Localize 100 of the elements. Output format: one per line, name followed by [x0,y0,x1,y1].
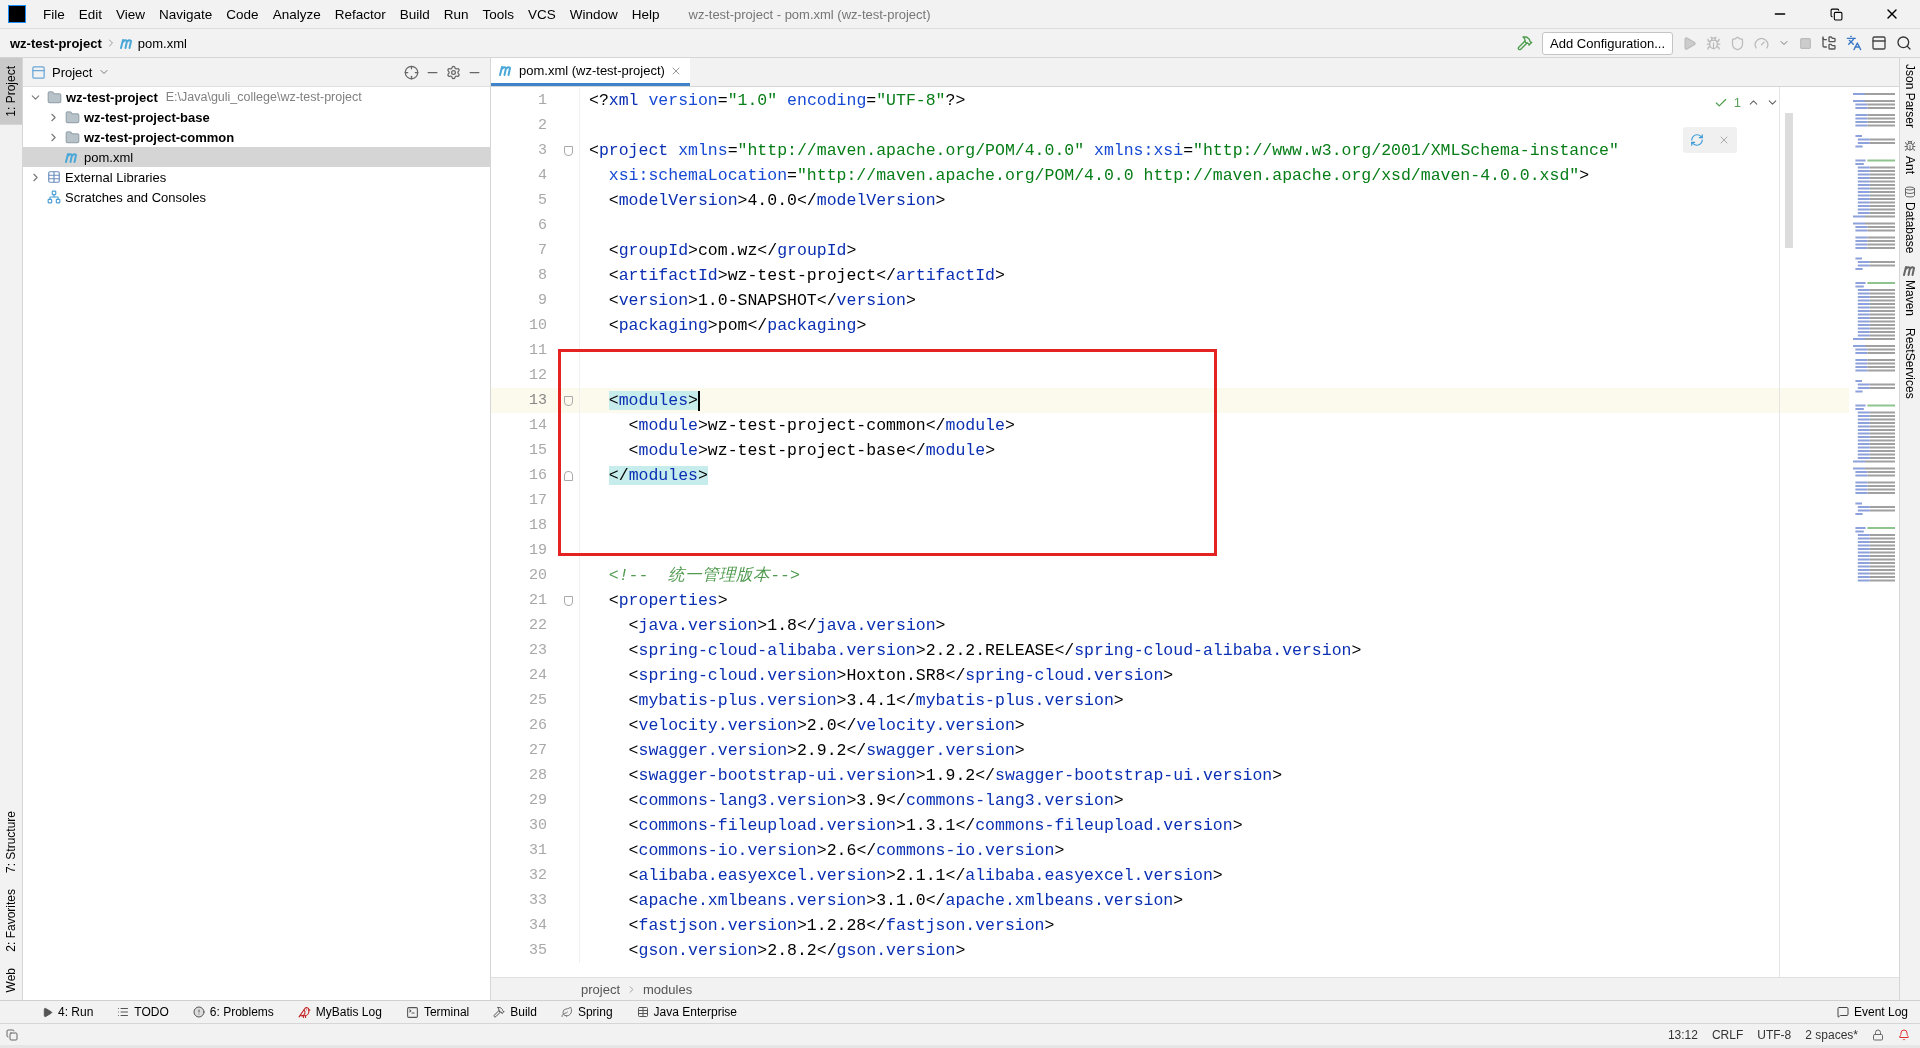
tree-item[interactable]: wz-test-project E:\Java\guli_college\wz-test-project [23,87,490,107]
database-icon [1904,186,1916,199]
tool-tab[interactable]: MyBatis Log [285,1005,394,1019]
translate-icon[interactable] [1846,35,1862,51]
menu-item[interactable]: Refactor [327,6,393,22]
hammer-icon[interactable] [1517,35,1534,51]
tool-tab[interactable]: Terminal [393,1005,482,1019]
code-line: <!-- 统一管理版本--> [607,565,800,587]
tool-window-tab[interactable]: 1: Project [0,58,22,125]
tree-item[interactable]: wz-test-project-base [23,107,490,127]
menu-item[interactable]: VCS [521,6,563,22]
tree-item[interactable]: Scratches and Consoles [23,187,490,207]
tool-tab[interactable]: Build [481,1005,549,1019]
menu-item[interactable]: Edit [71,6,110,22]
lock-icon[interactable] [1872,1028,1884,1041]
tool-tab-label: Build [510,1005,537,1019]
tree-item[interactable]: pom.xml [23,147,490,167]
play-icon [42,1006,53,1018]
encoding[interactable]: UTF-8 [1757,1027,1792,1042]
tool-window-tab[interactable]: Json Parser [1900,58,1920,135]
settings-icon[interactable] [446,64,461,80]
bird-icon [297,1005,311,1019]
panel-title[interactable]: Project [52,64,93,80]
tool-tab[interactable]: 6: Problems [180,1005,286,1019]
tool-tab[interactable]: 4: Run [30,1005,106,1019]
menu-item[interactable]: Run [436,6,476,22]
locate-icon[interactable] [404,64,419,80]
menu-item[interactable]: Window [562,6,625,22]
tool-window-tab[interactable]: Maven [1900,259,1920,323]
line-number: 1 [537,91,547,111]
line-number: 5 [537,191,547,211]
fold-marker-icon[interactable] [564,595,573,606]
add-configuration-button[interactable]: Add Configuration... [1542,31,1673,55]
maven-file-icon [119,37,135,49]
indent-setting[interactable]: 2 spaces* [1805,1027,1858,1042]
tool-window-tab[interactable]: RestServices [1900,322,1920,406]
reload-icon[interactable] [1690,133,1704,147]
line-number: 17 [528,491,547,511]
breadcrumb[interactable]: project [581,981,621,997]
project-structure-icon[interactable] [1821,35,1837,51]
breadcrumb-project[interactable]: wz-test-project [10,35,102,51]
menu-item[interactable]: Tools [475,6,521,22]
scrollbar-thumb[interactable] [1785,113,1793,248]
menu-item[interactable]: Navigate [152,6,220,22]
terminal-icon [405,1005,419,1019]
layout-icon[interactable] [6,1028,18,1041]
tool-window-tab[interactable]: 2: Favorites [0,880,22,960]
maven-file-icon [65,151,80,163]
search-icon[interactable] [1896,35,1912,51]
code-line: <gson.version>2.8.2</gson.version> [627,940,966,962]
window-icon[interactable] [1871,35,1887,51]
code-line: <fastjson.version>1.2.28</fastjson.version> [627,915,1055,937]
line-number: 20 [528,566,547,586]
tool-tab[interactable]: Java Enterprise [624,1005,749,1019]
breadcrumb-file[interactable]: pom.xml [137,35,187,51]
line-number: 19 [528,541,547,561]
event-log-tab[interactable]: Event Log [1824,1005,1920,1019]
editor-tab[interactable]: pom.xml (wz-test-project) [491,58,690,86]
caret-position[interactable]: 13:12 [1667,1027,1698,1042]
inspection-count: 1 [1733,95,1741,110]
code-line: <packaging>pom</packaging> [607,315,867,337]
app-logo-icon [8,5,26,23]
bug-icon [1904,140,1916,153]
code-line: <artifactId>wz-test-project</artifactId> [607,265,1005,287]
menu-item[interactable]: Build [392,6,437,22]
menu-item[interactable]: Analyze [265,6,328,22]
line-number: 14 [528,416,547,436]
code-line: <apache.xmlbeans.version>3.1.0</apache.xmlbeans.version> [627,890,1184,912]
tool-tab[interactable]: TODO [105,1005,181,1019]
menu-item[interactable]: Help [624,6,667,22]
line-number: 2 [537,116,547,136]
line-number: 27 [528,741,547,761]
fold-marker-icon[interactable] [564,145,573,156]
tool-window-tab[interactable]: Web [0,959,22,1000]
tool-tab-label: 6: Problems [209,1005,274,1019]
line-number: 15 [528,441,547,461]
menu-item[interactable]: File [36,6,72,22]
tool-tab[interactable]: Spring [548,1005,625,1019]
notification-icon[interactable] [1898,1028,1910,1041]
line-number: 13 [528,391,547,411]
menu-item[interactable]: Code [219,6,266,22]
module-folder-icon [65,129,80,145]
tool-window-tab[interactable]: 7: Structure [0,802,22,881]
tool-tab-label: Event Log [1853,1005,1908,1019]
fold-marker-icon[interactable] [564,470,573,481]
fold-marker-icon[interactable] [564,395,573,406]
tool-window-tab[interactable]: Ant [1900,134,1920,181]
breadcrumb[interactable]: modules [643,981,693,997]
tool-tab-label: 4: Run [58,1005,94,1019]
restore-icon[interactable] [1829,7,1843,21]
tree-item[interactable]: External Libraries [23,167,490,187]
tool-tab-label: Spring [577,1005,613,1019]
line-number: 24 [528,666,547,686]
menu-item[interactable]: View [109,6,153,22]
warning-icon [192,1006,205,1018]
line-separator[interactable]: CRLF [1711,1027,1744,1042]
library-icon [47,170,61,184]
window-title: wz-test-project - pom.xml (wz-test-project) [688,6,932,22]
tool-window-tab[interactable]: Database [1900,180,1920,260]
tree-item[interactable]: wz-test-project-common [23,127,490,147]
